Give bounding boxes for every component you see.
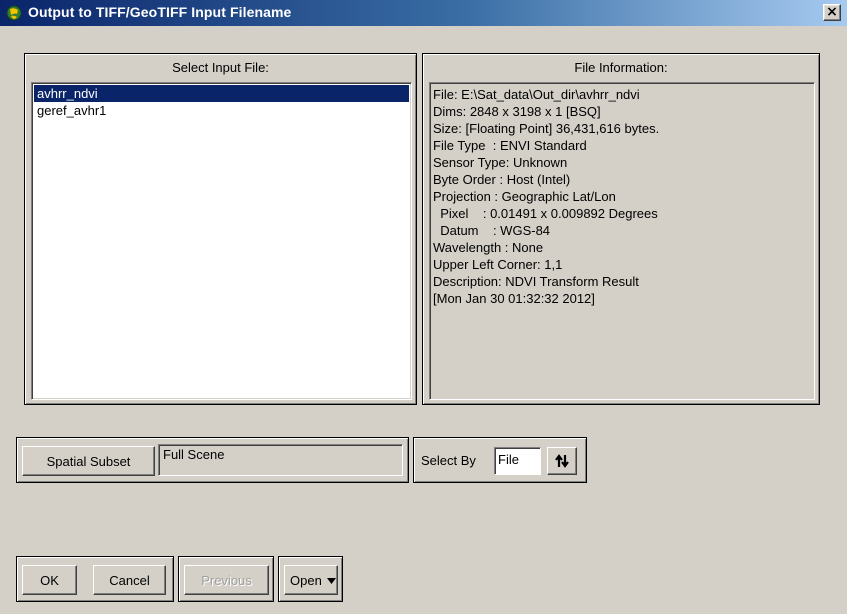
select-input-file-group: Select Input File: avhrr_ndvi geref_avhr1 [24,53,417,405]
select-input-file-label: Select Input File: [172,60,269,75]
dropdown-arrow-icon [327,578,337,585]
ok-cancel-group: OK Cancel [16,556,174,602]
spatial-subset-button[interactable]: Spatial Subset [22,446,155,476]
select-by-value-field[interactable]: File [494,447,541,475]
file-info-line: Size: [Floating Point] 36,431,616 bytes. [433,121,660,136]
file-info-line: File: E:\Sat_data\Out_dir\avhrr_ndvi [433,87,640,102]
file-info-line: Dims: 2848 x 3198 x 1 [BSQ] [433,104,601,119]
ok-button[interactable]: OK [22,565,77,595]
file-list-item[interactable]: avhrr_ndvi [34,85,409,102]
file-info-line: Description: NDVI Transform Result [433,274,639,289]
open-menu-button[interactable]: Open [284,565,338,595]
file-info-line: Byte Order : Host (Intel) [433,172,571,187]
file-info-line: [Mon Jan 30 01:32:32 2012] [433,291,595,306]
file-info-line: Upper Left Corner: 1,1 [433,257,563,272]
cancel-button[interactable]: Cancel [93,565,166,595]
file-info-line: Datum : WGS-84 [433,223,551,238]
app-globe-icon [6,5,22,21]
file-info-line: Projection : Geographic Lat/Lon [433,189,616,204]
select-by-group: Select By File [413,437,587,483]
file-information-label: File Information: [574,60,668,75]
window-title: Output to TIFF/GeoTIFF Input Filename [28,4,292,20]
file-information-text: File: E:\Sat_data\Out_dir\avhrr_ndvi Dims… [429,82,815,400]
previous-button[interactable]: Previous [184,565,269,595]
select-by-label: Select By [421,453,476,468]
spatial-subset-group: Spatial Subset Full Scene [16,437,409,483]
file-list[interactable]: avhrr_ndvi geref_avhr1 [31,82,412,400]
file-info-line: Wavelength : None [433,240,544,255]
file-information-group: File Information: File: E:\Sat_data\Out_… [422,53,820,405]
file-info-line: Pixel : 0.01491 x 0.009892 Degrees [433,206,658,221]
previous-group: Previous [178,556,274,602]
open-group: Open [278,556,343,602]
file-info-line: File Type : ENVI Standard [433,138,587,153]
open-button-label: Open [290,572,322,588]
close-button[interactable]: × [823,4,841,21]
title-bar[interactable]: Output to TIFF/GeoTIFF Input Filename × [0,0,847,26]
sort-toggle-button[interactable] [547,447,577,475]
subset-value-field: Full Scene [158,444,403,476]
sort-arrows-icon [555,454,569,468]
file-info-line: Sensor Type: Unknown [433,155,568,170]
file-list-item[interactable]: geref_avhr1 [34,102,409,119]
